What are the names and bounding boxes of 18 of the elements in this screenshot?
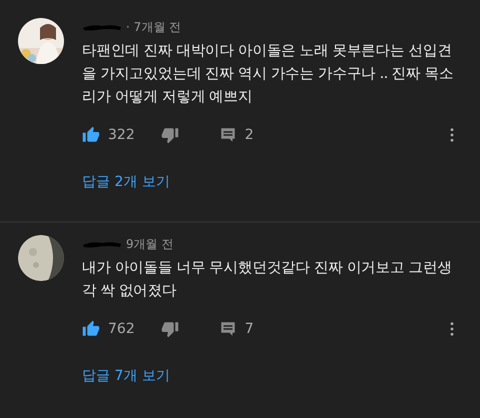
comment-text: 타팬인데 진짜 대박이다 아이돌은 노래 못부른다는 선입견을 가지고있었는데 진짜 역시 가수는 가수구나 .. 진짜 목소리가 어떻게 저렇게 예쁘지 bbox=[82, 42, 454, 107]
view-replies-link[interactable]: 답글 7개 보기 bbox=[82, 367, 170, 385]
view-replies-link[interactable]: 답글 2개 보기 bbox=[82, 173, 170, 191]
reply-button[interactable]: 2 bbox=[218, 126, 254, 144]
reply-button[interactable]: 7 bbox=[218, 320, 254, 338]
comment-icon bbox=[218, 320, 237, 338]
comment-text: 내가 아이돌들 너무 무시했던것같다 진짜 이거보고 그런생각 싹 없어졌다 bbox=[82, 259, 453, 301]
like-button[interactable]: 762 bbox=[82, 320, 135, 338]
comment-icon bbox=[218, 126, 237, 144]
comment-time: · 7개월 전 bbox=[126, 18, 182, 36]
dislike-button[interactable] bbox=[160, 126, 179, 144]
more-options-icon[interactable] bbox=[450, 322, 454, 336]
dislike-button[interactable] bbox=[160, 320, 179, 338]
thumbs-down-icon bbox=[160, 126, 179, 144]
comment-time: 9개월 전 bbox=[126, 236, 174, 252]
thumbs-down-icon bbox=[160, 320, 179, 338]
like-button[interactable]: 322 bbox=[82, 126, 135, 144]
more-options-icon[interactable] bbox=[450, 128, 454, 142]
